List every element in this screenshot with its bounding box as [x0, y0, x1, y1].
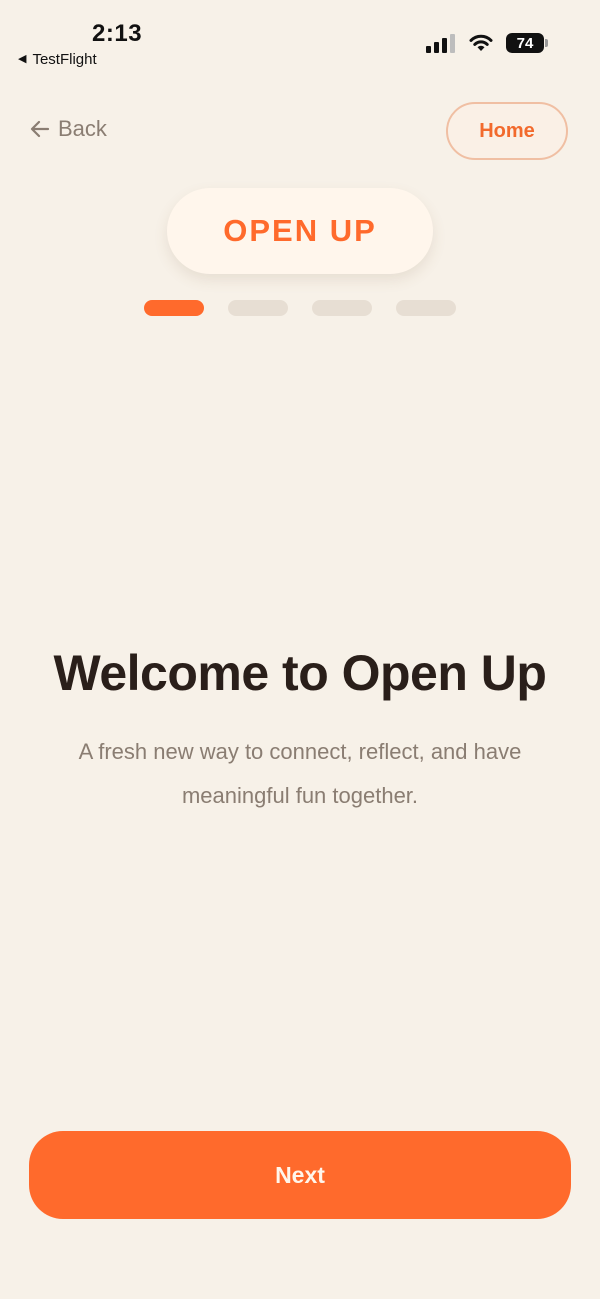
onboarding-progress	[144, 300, 456, 316]
back-app-label: TestFlight	[32, 51, 97, 68]
back-button[interactable]: Back	[30, 116, 107, 142]
cellular-signal-icon	[426, 34, 455, 53]
progress-step-4	[396, 300, 456, 316]
status-indicators: 74	[426, 33, 548, 53]
battery-level: 74	[516, 34, 534, 52]
back-triangle-icon: ◀	[18, 53, 27, 65]
page-subtitle: A fresh new way to connect, reflect, and…	[78, 739, 522, 808]
back-to-app-link[interactable]: ◀ TestFlight	[18, 51, 97, 68]
home-button[interactable]: Home	[446, 102, 568, 160]
arrow-left-icon	[30, 120, 50, 138]
next-button[interactable]: Next	[29, 1131, 571, 1219]
progress-step-1	[144, 300, 204, 316]
back-label: Back	[58, 116, 107, 141]
page-title: Welcome to Open Up	[53, 645, 547, 701]
status-bar: 2:13 ◀ TestFlight 74	[0, 0, 600, 80]
onboarding-screen: 2:13 ◀ TestFlight 74 Back Home OPEN UP W…	[0, 0, 600, 1299]
progress-step-3	[312, 300, 372, 316]
progress-step-2	[228, 300, 288, 316]
app-logo: OPEN UP	[167, 188, 433, 274]
wifi-icon	[469, 34, 493, 51]
battery-icon: 74	[506, 33, 548, 53]
status-time: 2:13	[92, 20, 143, 47]
